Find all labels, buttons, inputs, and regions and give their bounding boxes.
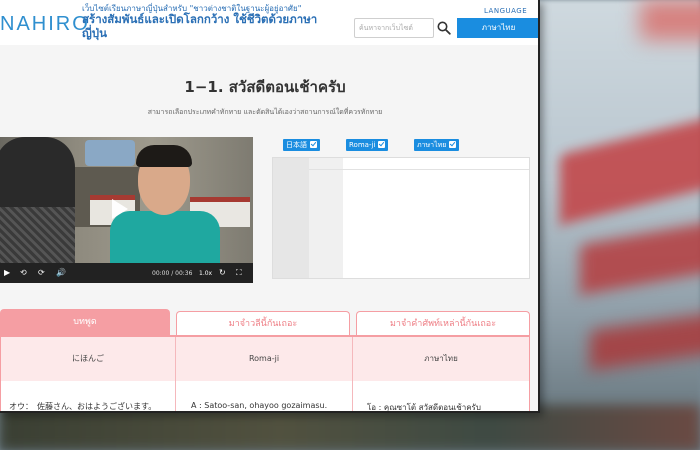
column-divider	[175, 337, 176, 411]
toggle-romaji[interactable]: Roma-ji	[346, 139, 389, 151]
dialogue-line-romaji: A : Satoo-san, ohayoo gozaimasu.	[191, 401, 328, 410]
video-time: 00:00 / 00:36	[152, 270, 193, 277]
fullscreen-icon[interactable]: ⛶	[236, 268, 242, 278]
transcript-column	[273, 158, 309, 278]
lesson-subtitle: สามารถเลือกประเภทคำทักทาย และตัดสินได้เอ…	[147, 108, 383, 116]
site-logo[interactable]: NAHIRO	[0, 13, 90, 36]
search-icon[interactable]	[437, 21, 451, 35]
forward-icon[interactable]: ⟳	[38, 268, 45, 277]
dialogue-line-thai: โอ : คุณซาโต้ สวัสดีตอนเช้าครับ	[367, 403, 481, 412]
toggle-japanese[interactable]: 日本語	[283, 139, 320, 151]
transcript-row	[309, 164, 529, 170]
search-input[interactable]	[354, 18, 434, 38]
rewind-icon[interactable]: ⟲	[20, 268, 27, 277]
site-headline: สร้างสัมพันธ์และเปิดโลกกว้าง ใช้ชีวิตด้ว…	[82, 12, 318, 40]
loop-icon[interactable]: ↻	[219, 268, 226, 277]
toggle-thai[interactable]: ภาษาไทย	[414, 139, 460, 151]
transcript-panel[interactable]	[272, 157, 530, 279]
video-person-hair	[136, 145, 192, 167]
column-header-romaji: Roma-ji	[176, 337, 352, 381]
browser-window: NAHIRO เว็บไซต์เรียนภาษาญี่ปุ่นสำหรับ "ช…	[0, 0, 540, 413]
checkbox-icon[interactable]	[310, 141, 317, 148]
toggle-label: 日本語	[286, 141, 307, 149]
language-label: LANGUAGE	[484, 7, 528, 15]
play-button-icon[interactable]: ▶	[4, 268, 10, 277]
column-header-japanese: にほんご	[1, 337, 175, 381]
column-divider	[352, 337, 353, 411]
tab-phrases[interactable]: มาจำวลีนี้กันเถอะ	[176, 311, 350, 335]
checkbox-icon[interactable]	[378, 141, 386, 148]
tab-dialogue[interactable]: บทพูด	[0, 309, 170, 335]
transcript-column	[309, 158, 343, 278]
site-header: NAHIRO เว็บไซต์เรียนภาษาญี่ปุ่นสำหรับ "ช…	[0, 0, 538, 45]
video-controls: ▶ ⟲ ⟳ 🔊 00:00 / 00:36 1.0x ↻ ⛶	[0, 263, 253, 283]
toggle-label: ภาษาไทย	[417, 141, 447, 149]
background-shrine-top	[640, 0, 700, 40]
volume-icon[interactable]: 🔊	[56, 268, 66, 277]
language-select-button[interactable]: ภาษาไทย	[457, 18, 538, 38]
dialogue-table: にほんご Roma-ji ภาษาไทย オウ： 佐藤さん、おはようございます。…	[0, 335, 530, 412]
tab-vocabulary[interactable]: มาจำคำศัพท์เหล่านี้กันเถอะ	[356, 311, 530, 335]
toggle-label: Roma-ji	[349, 141, 376, 149]
play-icon[interactable]	[112, 199, 128, 219]
video-person-jacket	[110, 211, 220, 271]
speed-button[interactable]: 1.0x	[199, 270, 212, 277]
video-player[interactable]: ▶ ⟲ ⟳ 🔊 00:00 / 00:36 1.0x ↻ ⛶	[0, 137, 253, 283]
video-scene-jar	[85, 140, 135, 166]
dialogue-line-japanese: オウ： 佐藤さん、おはようございます。	[9, 402, 157, 411]
column-header-thai: ภาษาไทย	[353, 337, 529, 381]
main-content: 1−1. สวัสดีตอนเช้าครับ สามารถเลือกประเภท…	[0, 45, 538, 412]
lesson-title: 1−1. สวัสดีตอนเช้าครับ	[184, 78, 346, 96]
checkbox-icon[interactable]	[449, 141, 457, 148]
